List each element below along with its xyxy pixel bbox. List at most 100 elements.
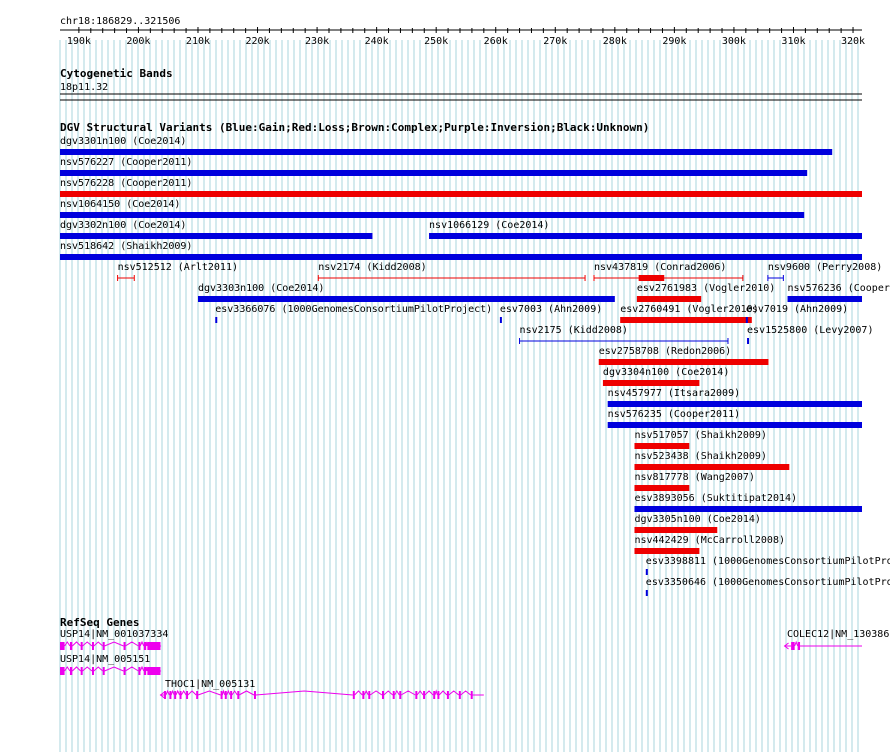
gene-exon[interactable] (470, 691, 473, 699)
gene-exon[interactable] (230, 691, 233, 699)
variant-bar[interactable] (634, 485, 690, 491)
gene-exon[interactable] (446, 691, 449, 699)
gene-exon[interactable] (381, 691, 384, 699)
variant-item[interactable]: nsv1066129 (Coe2014) (429, 220, 862, 239)
gene-exon[interactable] (196, 691, 199, 699)
gene-exon[interactable] (423, 691, 426, 699)
gene-exon[interactable] (797, 642, 801, 650)
gene-item[interactable]: COLEC12|NM_130386 (783, 629, 890, 650)
gene-exon[interactable] (143, 667, 147, 675)
gene-exon[interactable] (437, 691, 440, 699)
variant-bar[interactable] (429, 233, 862, 239)
variant-bar[interactable] (636, 296, 702, 302)
gene-exon[interactable] (123, 667, 126, 675)
variant-bar[interactable] (60, 170, 808, 176)
gene-exon[interactable] (80, 642, 83, 650)
gene-exon[interactable] (169, 691, 172, 699)
gene-exon[interactable] (458, 691, 461, 699)
gene-exon[interactable] (91, 642, 94, 650)
gene-exon[interactable] (399, 691, 402, 699)
gene-exon[interactable] (138, 667, 141, 675)
variant-bar[interactable] (607, 401, 862, 407)
variant-bar[interactable] (60, 191, 862, 197)
gene-exon[interactable] (60, 667, 65, 675)
gene-exon[interactable] (102, 642, 105, 650)
variant-bar[interactable] (634, 443, 690, 449)
gene-item[interactable]: USP14|NM_005151 (60, 654, 162, 675)
gene-exon[interactable] (102, 667, 105, 675)
variant-item[interactable]: esv2761983 (Vogler2010) (636, 283, 775, 302)
variant-bar[interactable] (60, 149, 833, 155)
variant-item[interactable]: nsv2174 (Kidd2008) (317, 262, 586, 281)
gene-item[interactable]: THOC1|NM_005131 (159, 679, 484, 699)
variant-bar[interactable] (60, 233, 373, 239)
variant-item[interactable]: nsv576235 (Cooper2011) (607, 409, 862, 428)
gene-exon[interactable] (80, 667, 83, 675)
variant-bar[interactable] (620, 317, 752, 323)
variant-bar[interactable] (634, 527, 718, 533)
variant-item[interactable]: dgv3305n100 (Coe2014) (634, 514, 761, 533)
gene-exon[interactable] (147, 667, 161, 675)
variant-item[interactable]: nsv576236 (Cooper2011) (787, 283, 890, 302)
variant-bar[interactable] (607, 422, 862, 428)
gene-exon[interactable] (362, 691, 365, 699)
variant-thick[interactable] (638, 275, 665, 281)
variant-tick[interactable] (645, 590, 648, 596)
variant-tick[interactable] (747, 338, 750, 344)
gene-exon[interactable] (224, 691, 227, 699)
variant-bar[interactable] (60, 254, 862, 260)
dgv-structural-variants-track[interactable]: DGV Structural Variants (Blue:Gain;Red:L… (60, 121, 890, 596)
variant-bar[interactable] (634, 464, 790, 470)
variant-item[interactable]: nsv576227 (Cooper2011) (60, 157, 808, 176)
gene-exon[interactable] (186, 691, 189, 699)
variant-item[interactable]: nsv523438 (Shaikh2009) (634, 451, 790, 470)
variant-item[interactable]: esv2758708 (Redon2006) (598, 346, 769, 365)
gene-exon[interactable] (392, 691, 395, 699)
variant-tick[interactable] (645, 569, 648, 575)
variant-bar[interactable] (634, 548, 700, 554)
gene-exon[interactable] (69, 667, 73, 675)
variant-tick[interactable] (499, 317, 502, 323)
refseq-genes-track[interactable]: RefSeq Genes USP14|NM_001037334 USP14|NM_… (60, 616, 889, 699)
variant-item[interactable]: esv2760491 (Vogler2010) (620, 304, 759, 323)
gene-exon[interactable] (791, 642, 795, 650)
variant-item[interactable]: nsv518642 (Shaikh2009) (60, 241, 862, 260)
gene-exon[interactable] (69, 642, 73, 650)
variant-bar[interactable] (787, 296, 862, 302)
gene-exon[interactable] (174, 691, 177, 699)
variant-item[interactable]: nsv437819 (Conrad2006) (593, 262, 744, 281)
variant-item[interactable]: dgv3304n100 (Coe2014) (602, 367, 729, 386)
gene-exon[interactable] (123, 642, 126, 650)
variant-item[interactable]: nsv2175 (Kidd2008) (519, 325, 729, 344)
gene-exon[interactable] (433, 691, 436, 699)
variant-bar[interactable] (598, 359, 769, 365)
gene-exon[interactable] (147, 642, 161, 650)
gene-exon[interactable] (368, 691, 371, 699)
gene-exon[interactable] (415, 691, 418, 699)
variant-item[interactable]: nsv517057 (Shaikh2009) (634, 430, 767, 449)
gene-exon[interactable] (91, 667, 94, 675)
variant-bar[interactable] (634, 506, 862, 512)
variant-item[interactable]: nsv817778 (Wang2007) (634, 472, 755, 491)
gene-exon[interactable] (179, 691, 182, 699)
variant-item[interactable]: dgv3301n100 (Coe2014) (60, 136, 833, 155)
variant-item[interactable]: nsv9600 (Perry2008) (767, 262, 882, 281)
variant-label: nsv576236 (Cooper2011) (788, 283, 890, 294)
gene-exon[interactable] (143, 642, 147, 650)
gene-exon[interactable] (352, 691, 355, 699)
variant-tick[interactable] (215, 317, 218, 323)
gene-exon[interactable] (237, 691, 240, 699)
variant-item[interactable]: esv7019 (Ahn2009) (745, 304, 848, 323)
variant-bar[interactable] (60, 212, 805, 218)
variant-item[interactable]: nsv576228 (Cooper2011) (60, 178, 862, 197)
variant-bar[interactable] (197, 296, 615, 302)
gene-exon[interactable] (253, 691, 256, 699)
variant-item[interactable]: esv7003 (Ahn2009) (499, 304, 602, 323)
variant-item[interactable]: nsv457977 (Itsara2009) (607, 388, 862, 407)
variant-tick[interactable] (745, 317, 748, 323)
variant-bar[interactable] (602, 380, 700, 386)
gene-exon[interactable] (138, 642, 141, 650)
gene-exon[interactable] (220, 691, 223, 699)
variant-item[interactable]: nsv512512 (Arlt2011) (117, 262, 238, 281)
gene-exon[interactable] (60, 642, 65, 650)
